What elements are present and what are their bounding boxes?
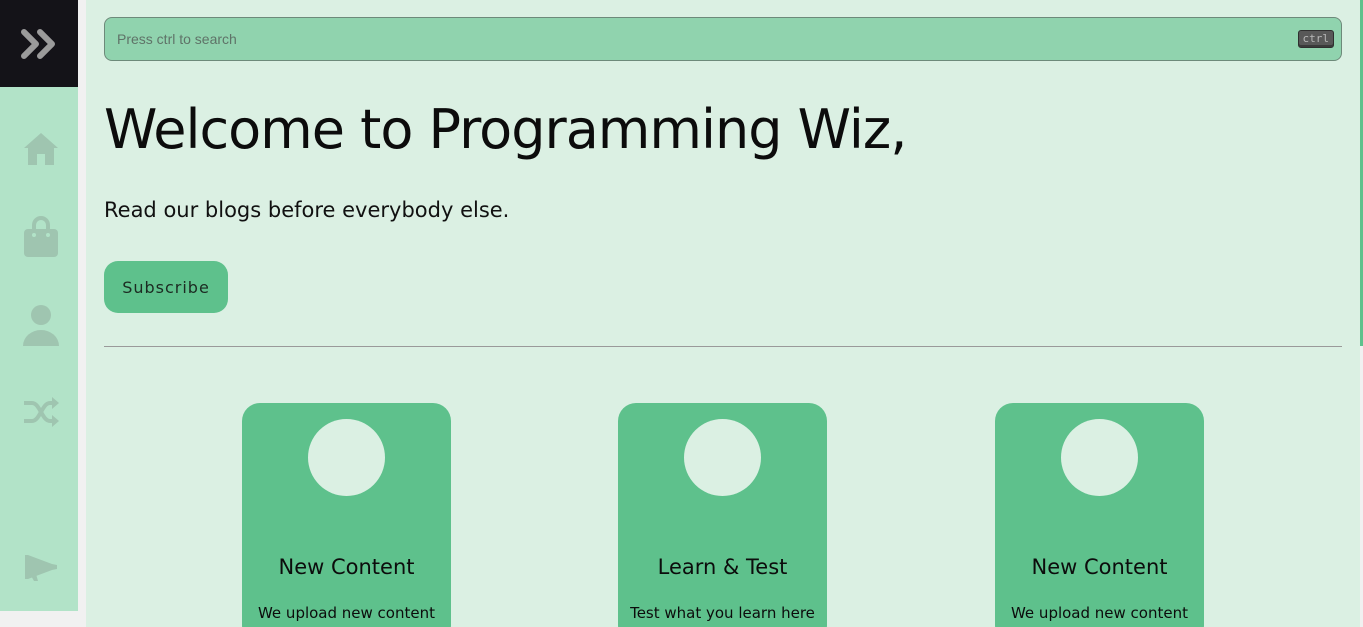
main-content: ctrl Welcome to Programming Wiz, Read ou… — [86, 0, 1360, 627]
card-image-placeholder — [1061, 419, 1138, 496]
card-text: We upload new content — [257, 604, 435, 622]
sidebar-item-random[interactable] — [19, 390, 63, 434]
feature-card[interactable]: New Content We upload new content — [995, 403, 1204, 627]
card-text: Test what you learn here — [630, 604, 815, 622]
feature-card[interactable]: New Content We upload new content — [242, 403, 451, 627]
page-subtitle: Read our blogs before everybody else. — [104, 198, 510, 222]
shuffle-icon — [24, 397, 59, 427]
shortcut-key-hint: ctrl — [1297, 30, 1334, 48]
card-image-placeholder — [684, 419, 761, 496]
divider — [104, 346, 1342, 347]
page-title: Welcome to Programming Wiz, — [104, 98, 907, 161]
megaphone-icon — [25, 555, 57, 581]
card-title: New Content — [1031, 555, 1168, 579]
card-title: New Content — [278, 555, 415, 579]
user-icon — [23, 305, 59, 346]
home-icon — [24, 133, 58, 165]
sidebar-item-announcements[interactable] — [19, 545, 63, 589]
sidebar — [0, 0, 78, 611]
card-text: We upload new content — [1010, 604, 1188, 622]
search-input[interactable] — [117, 18, 1217, 60]
search-bar: ctrl — [104, 17, 1342, 61]
card-title: Learn & Test — [657, 555, 788, 579]
double-chevron-right-icon — [21, 28, 55, 59]
feature-card[interactable]: Learn & Test Test what you learn here — [618, 403, 827, 627]
sidebar-item-profile[interactable] — [19, 303, 63, 347]
card-image-placeholder — [308, 419, 385, 496]
subscribe-button[interactable]: Subscribe — [104, 261, 228, 313]
sidebar-toggle-button[interactable] — [0, 0, 78, 87]
shopping-bag-icon — [24, 216, 58, 257]
sidebar-item-shop[interactable] — [19, 215, 63, 259]
sidebar-item-home[interactable] — [19, 127, 63, 171]
